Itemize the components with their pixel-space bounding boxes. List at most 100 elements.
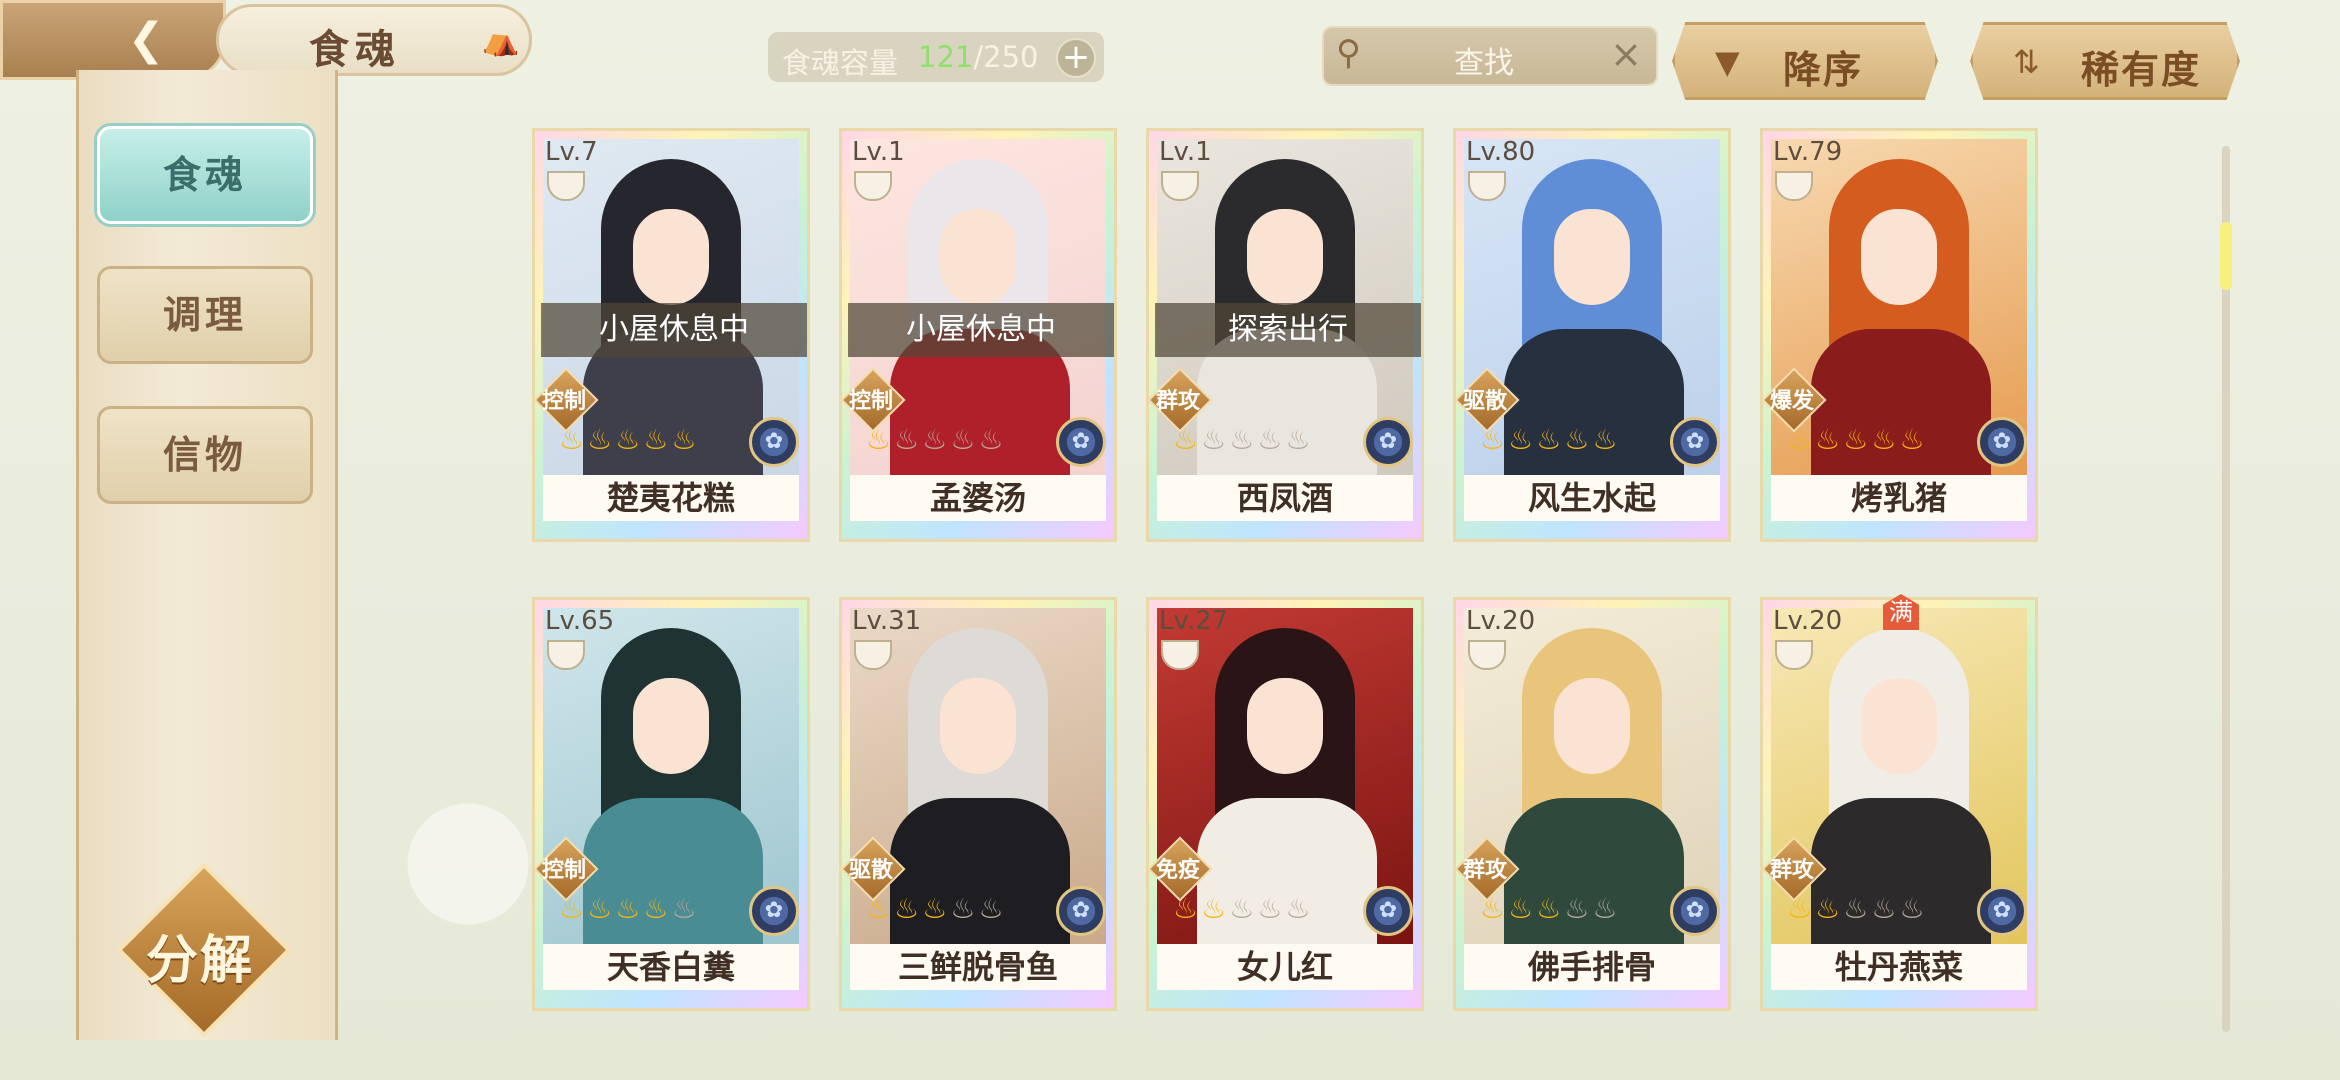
food-soul-card[interactable]: Lv.1 探索出行 群攻 ♨♨♨♨♨ ✿ 西凤酒 bbox=[1146, 128, 1424, 542]
rarity-flame-icon: ♨ bbox=[922, 892, 951, 925]
food-soul-card[interactable]: Lv.7 小屋休息中 控制 ♨♨♨♨♨ ✿ 楚夷花糕 bbox=[532, 128, 810, 542]
decompose-button[interactable]: 分解 bbox=[116, 862, 292, 1038]
rarity-flame-icon: ♨ bbox=[866, 892, 895, 925]
sort-key-label: 稀有度 bbox=[2081, 48, 2202, 92]
rarity-flame-icon: ♨ bbox=[1536, 423, 1565, 456]
level-label: Lv.1 bbox=[852, 137, 905, 167]
rarity-flame-icon: ♨ bbox=[587, 423, 616, 456]
element-flower-icon: ✿ bbox=[1056, 417, 1106, 467]
back-arrow-icon: ❮ bbox=[127, 14, 165, 65]
status-banner: 探索出行 bbox=[1155, 303, 1421, 357]
portrait-face bbox=[633, 209, 709, 305]
rarity-flame-icon: ♨ bbox=[950, 423, 979, 456]
add-capacity-button[interactable]: + bbox=[1056, 38, 1096, 78]
back-button[interactable]: ❮ bbox=[0, 0, 226, 80]
rarity-flame-icon: ♨ bbox=[1201, 892, 1230, 925]
food-soul-card[interactable]: Lv.65 控制 ♨♨♨♨♨ ✿ 天香白糞 bbox=[532, 597, 810, 1011]
search-placeholder[interactable]: 查找 bbox=[1454, 38, 1514, 82]
role-label: 控制 bbox=[848, 389, 893, 414]
sort-order-button[interactable]: ▼ 降序 bbox=[1672, 22, 1938, 100]
role-badge: 群攻 bbox=[1147, 367, 1213, 433]
search-icon: ⚲ bbox=[1336, 33, 1361, 73]
rarity-flame-icon: ♨ bbox=[1787, 423, 1816, 456]
rarity-flame-icon: ♨ bbox=[1815, 423, 1844, 456]
role-label: 控制 bbox=[541, 389, 586, 414]
food-soul-card[interactable]: Lv.31 驱散 ♨♨♨♨♨ ✿ 三鲜脱骨鱼 bbox=[839, 597, 1117, 1011]
portrait-face bbox=[1861, 678, 1937, 774]
rarity-flame-icon: ♨ bbox=[559, 423, 588, 456]
element-flower-icon: ✿ bbox=[749, 886, 799, 936]
rarity-flame-icon: ♨ bbox=[1480, 892, 1509, 925]
rarity-flame-icon: ♨ bbox=[922, 423, 951, 456]
rarity-flame-icon: ♨ bbox=[1564, 892, 1593, 925]
level-label: Lv.7 bbox=[545, 137, 598, 167]
pavilion-icon[interactable]: ⛺ bbox=[481, 21, 521, 61]
role-badge: 爆发 bbox=[1761, 367, 1827, 433]
level-label: Lv.80 bbox=[1466, 137, 1536, 167]
element-flower-icon: ✿ bbox=[749, 417, 799, 467]
status-banner: 小屋休息中 bbox=[848, 303, 1114, 357]
level-label: Lv.79 bbox=[1773, 137, 1843, 167]
rarity-flame-icon: ♨ bbox=[1480, 423, 1509, 456]
element-flower-icon: ✿ bbox=[1977, 886, 2027, 936]
rarity-flame-icon: ♨ bbox=[1257, 423, 1286, 456]
rarity-flame-icon: ♨ bbox=[894, 423, 923, 456]
sort-order-label: 降序 bbox=[1783, 48, 1864, 92]
status-banner: 小屋休息中 bbox=[541, 303, 807, 357]
portrait-face bbox=[633, 678, 709, 774]
food-soul-card[interactable]: Lv.79 爆发 ♨♨♨♨♨ ✿ 烤乳猪 bbox=[1760, 128, 2038, 542]
level-label: Lv.20 bbox=[1466, 606, 1536, 636]
portrait-face bbox=[1554, 678, 1630, 774]
level-label: Lv.20 bbox=[1773, 606, 1843, 636]
role-label: 群攻 bbox=[1155, 389, 1200, 414]
rarity-flame-icon: ♨ bbox=[1899, 423, 1928, 456]
food-soul-card[interactable]: Lv.80 驱散 ♨♨♨♨♨ ✿ 风生水起 bbox=[1453, 128, 1731, 542]
food-soul-name: 女儿红 bbox=[1157, 944, 1413, 990]
tab-keepsake[interactable]: 信物 bbox=[97, 406, 313, 504]
role-label: 群攻 bbox=[1769, 858, 1814, 883]
food-soul-name: 烤乳猪 bbox=[1771, 475, 2027, 521]
clear-search-button[interactable]: × bbox=[1610, 32, 1642, 76]
rarity-flame-icon: ♨ bbox=[1536, 892, 1565, 925]
rarity-flames: ♨♨♨♨♨ bbox=[1787, 892, 1997, 926]
rarity-flame-icon: ♨ bbox=[1173, 423, 1202, 456]
rarity-flames: ♨♨♨♨♨ bbox=[559, 423, 769, 457]
rarity-flame-icon: ♨ bbox=[1508, 892, 1537, 925]
role-badge: 控制 bbox=[840, 367, 906, 433]
rarity-flame-icon: ♨ bbox=[1592, 423, 1621, 456]
element-flower-icon: ✿ bbox=[1670, 417, 1720, 467]
tab-conditioning[interactable]: 调理 bbox=[97, 266, 313, 364]
scrollbar[interactable] bbox=[2220, 146, 2232, 1032]
rarity-flames: ♨♨♨♨♨ bbox=[866, 423, 1076, 457]
rarity-flame-icon: ♨ bbox=[1285, 423, 1314, 456]
portrait-face bbox=[1247, 209, 1323, 305]
rarity-flame-icon: ♨ bbox=[1815, 892, 1844, 925]
tab-food-soul[interactable]: 食魂 bbox=[97, 126, 313, 224]
rarity-flame-icon: ♨ bbox=[1871, 892, 1900, 925]
role-label: 群攻 bbox=[1462, 858, 1507, 883]
role-badge: 群攻 bbox=[1454, 836, 1520, 902]
sort-key-button[interactable]: ⇅ 稀有度 bbox=[1970, 22, 2240, 100]
swap-sort-icon: ⇅ bbox=[2013, 43, 2040, 81]
rarity-flames: ♨♨♨♨♨ bbox=[1480, 892, 1690, 926]
role-label: 驱散 bbox=[848, 858, 893, 883]
rarity-flame-icon: ♨ bbox=[1285, 892, 1314, 925]
rarity-flame-icon: ♨ bbox=[1201, 423, 1230, 456]
element-flower-icon: ✿ bbox=[1056, 886, 1106, 936]
food-soul-card[interactable]: Lv.1 小屋休息中 控制 ♨♨♨♨♨ ✿ 孟婆汤 bbox=[839, 128, 1117, 542]
scrollbar-thumb[interactable] bbox=[2220, 222, 2232, 290]
food-soul-card[interactable]: Lv.20 群攻 ♨♨♨♨♨ ✿ 佛手排骨 bbox=[1453, 597, 1731, 1011]
rarity-flame-icon: ♨ bbox=[1173, 892, 1202, 925]
food-soul-card[interactable]: Lv.20 满 群攻 ♨♨♨♨♨ ✿ 牡丹燕菜 bbox=[1760, 594, 2038, 1011]
food-soul-card[interactable]: Lv.27 免疫 ♨♨♨♨♨ ✿ 女儿红 bbox=[1146, 597, 1424, 1011]
role-label: 驱散 bbox=[1462, 389, 1507, 414]
level-label: Lv.65 bbox=[545, 606, 615, 636]
role-badge: 免疫 bbox=[1147, 836, 1213, 902]
search-field[interactable]: ⚲ 查找 × bbox=[1322, 26, 1658, 86]
rarity-flame-icon: ♨ bbox=[1843, 892, 1872, 925]
rarity-flame-icon: ♨ bbox=[1592, 892, 1621, 925]
sort-down-icon: ▼ bbox=[1715, 43, 1740, 81]
role-label: 爆发 bbox=[1769, 389, 1814, 414]
capacity-label: 食魂容量 bbox=[782, 46, 899, 80]
capacity-display: 食魂容量 121/250 + bbox=[768, 32, 1104, 82]
